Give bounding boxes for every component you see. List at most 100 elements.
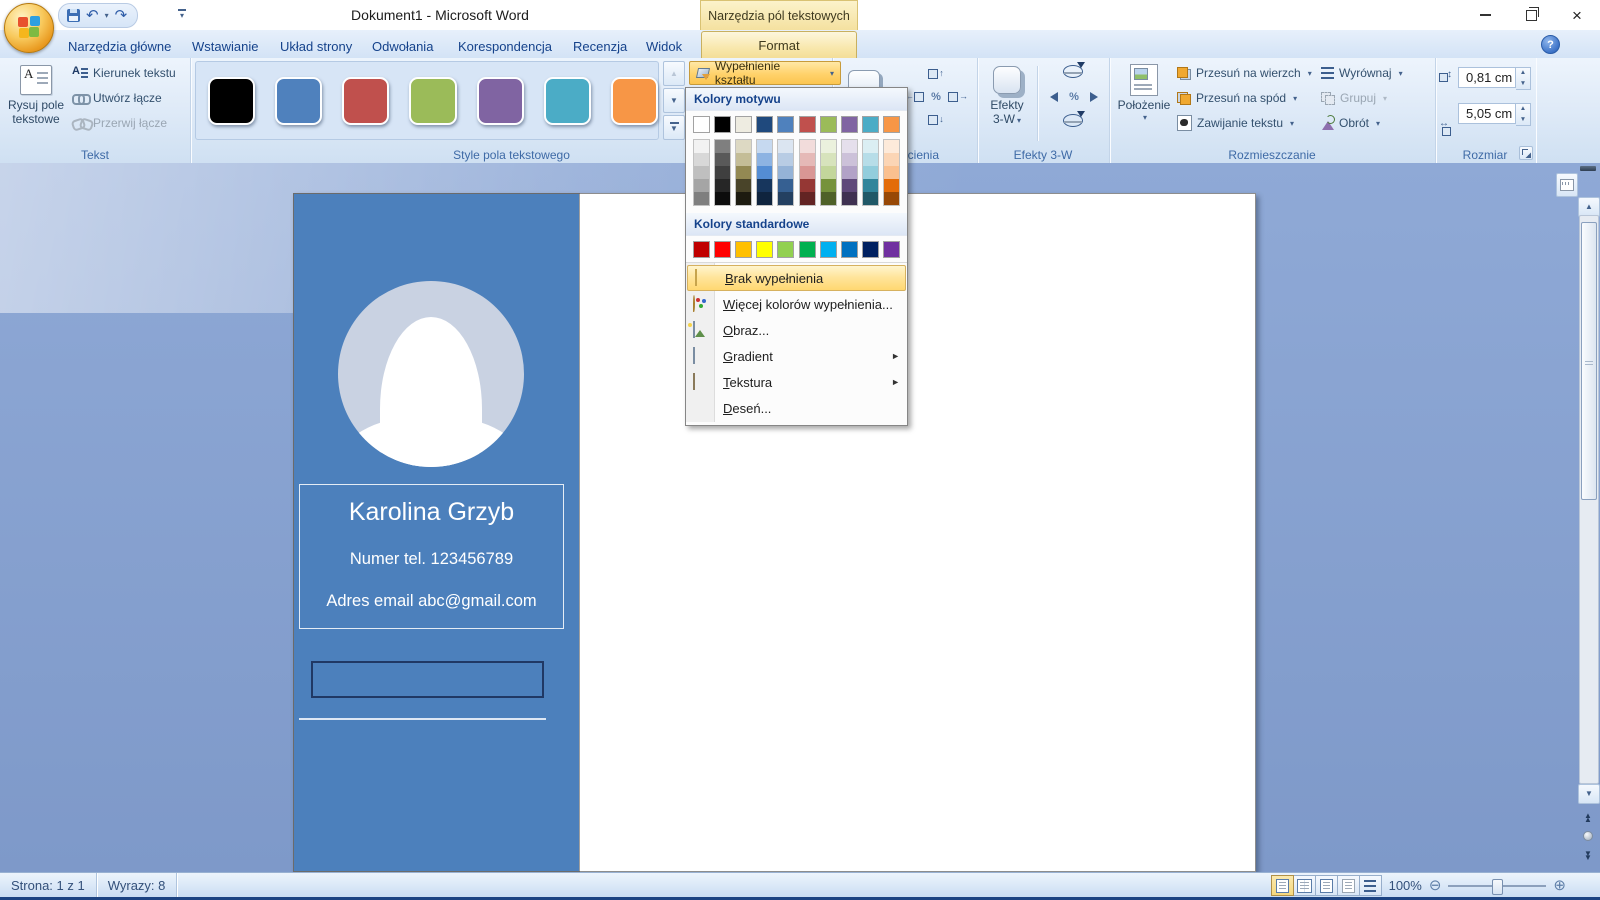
color-swatch[interactable] bbox=[821, 140, 836, 153]
contact-info-textbox[interactable]: Karolina Grzyb Numer tel. 123456789 Adre… bbox=[299, 484, 564, 629]
color-swatch[interactable] bbox=[777, 116, 794, 133]
customize-qat-button[interactable]: ▾ bbox=[178, 9, 186, 20]
color-swatch[interactable] bbox=[756, 116, 773, 133]
color-swatch[interactable] bbox=[714, 116, 731, 133]
color-swatch[interactable] bbox=[800, 192, 815, 205]
tab-format-active[interactable]: Format bbox=[701, 31, 857, 59]
shadow-toggle-button[interactable]: % bbox=[925, 87, 947, 106]
color-swatch[interactable] bbox=[611, 77, 658, 125]
color-swatch[interactable] bbox=[842, 153, 857, 166]
color-swatch[interactable] bbox=[842, 166, 857, 179]
color-swatch[interactable] bbox=[821, 179, 836, 192]
tab-widok[interactable]: Widok bbox=[636, 34, 692, 58]
scroll-down-button[interactable]: ▼ bbox=[1578, 784, 1600, 804]
color-swatch[interactable] bbox=[799, 241, 816, 258]
color-swatch[interactable] bbox=[736, 140, 751, 153]
tilt-right-button[interactable] bbox=[1083, 87, 1105, 106]
color-swatch[interactable] bbox=[715, 153, 730, 166]
color-swatch[interactable] bbox=[275, 77, 322, 125]
scrollbar-track[interactable] bbox=[1579, 215, 1599, 784]
avatar[interactable] bbox=[338, 281, 524, 467]
color-swatch[interactable] bbox=[778, 192, 793, 205]
color-swatch[interactable] bbox=[735, 241, 752, 258]
color-swatch[interactable] bbox=[821, 192, 836, 205]
tab-wstawianie[interactable]: Wstawianie bbox=[182, 34, 268, 58]
color-swatch[interactable] bbox=[841, 116, 858, 133]
color-swatch[interactable] bbox=[821, 153, 836, 166]
zoom-slider[interactable] bbox=[1448, 878, 1546, 894]
tilt-down-button[interactable] bbox=[1059, 62, 1087, 81]
color-swatch[interactable] bbox=[800, 153, 815, 166]
color-swatch[interactable] bbox=[778, 166, 793, 179]
word-count[interactable]: Wyrazy: 8 bbox=[97, 873, 178, 898]
tilt-up-button[interactable] bbox=[1059, 111, 1087, 130]
color-swatch[interactable] bbox=[208, 77, 255, 125]
size-dialog-launcher[interactable] bbox=[1519, 146, 1533, 160]
web-layout-view-button[interactable] bbox=[1315, 875, 1338, 896]
color-swatch[interactable] bbox=[757, 140, 772, 153]
print-layout-view-button[interactable] bbox=[1271, 875, 1294, 896]
color-swatch[interactable] bbox=[694, 153, 709, 166]
draw-textbox-button[interactable]: Rysuj pole tekstowe bbox=[5, 62, 67, 142]
minimize-button[interactable] bbox=[1462, 0, 1508, 30]
outline-view-button[interactable] bbox=[1337, 875, 1360, 896]
menu-item-gradient[interactable]: Gradient ► bbox=[686, 343, 907, 369]
color-swatch[interactable] bbox=[714, 241, 731, 258]
zoom-level-label[interactable]: 100% bbox=[1389, 878, 1422, 893]
color-swatch[interactable] bbox=[863, 140, 878, 153]
bring-to-front-button[interactable]: Przesuń na wierzch ▾ bbox=[1177, 63, 1312, 83]
draft-view-button[interactable] bbox=[1359, 875, 1382, 896]
color-swatch[interactable] bbox=[862, 116, 879, 133]
shape-width-input[interactable]: 5,05 cm bbox=[1458, 103, 1516, 124]
color-swatch[interactable] bbox=[842, 192, 857, 205]
effects-3d-button[interactable]: Efekty 3-W▾ bbox=[983, 62, 1031, 144]
color-swatch[interactable] bbox=[477, 77, 524, 125]
help-icon[interactable]: ? bbox=[1541, 35, 1560, 54]
color-swatch[interactable] bbox=[883, 116, 900, 133]
rotate-button[interactable]: Obrót ▾ bbox=[1321, 113, 1380, 133]
tab-recenzja[interactable]: Recenzja bbox=[563, 34, 637, 58]
selected-empty-textbox[interactable] bbox=[311, 661, 544, 698]
color-swatch[interactable] bbox=[863, 166, 878, 179]
color-swatch[interactable] bbox=[736, 192, 751, 205]
split-handle[interactable] bbox=[1580, 166, 1596, 171]
color-swatch[interactable] bbox=[842, 179, 857, 192]
color-swatch[interactable] bbox=[884, 192, 899, 205]
color-swatch[interactable] bbox=[778, 140, 793, 153]
tab-uklad-strony[interactable]: Układ strony bbox=[270, 34, 362, 58]
position-button[interactable]: Położenie ▾ bbox=[1118, 62, 1170, 144]
gallery-scroll-down-button[interactable]: ▼ bbox=[663, 88, 685, 113]
color-swatch[interactable] bbox=[863, 179, 878, 192]
color-swatch[interactable] bbox=[778, 179, 793, 192]
color-swatch[interactable] bbox=[884, 153, 899, 166]
undo-icon[interactable]: ↶ bbox=[86, 8, 99, 23]
text-direction-button[interactable]: Kierunek tekstu bbox=[72, 63, 176, 83]
color-swatch[interactable] bbox=[800, 179, 815, 192]
color-swatch[interactable] bbox=[735, 116, 752, 133]
effects-3d-toggle-button[interactable]: % bbox=[1063, 87, 1085, 106]
scroll-up-button[interactable]: ▲ bbox=[1578, 197, 1600, 217]
office-button[interactable] bbox=[4, 3, 54, 53]
zoom-in-button[interactable]: ⊕ bbox=[1553, 878, 1566, 893]
page-count[interactable]: Strona: 1 z 1 bbox=[0, 873, 97, 898]
gallery-more-button[interactable]: ▼ bbox=[663, 115, 685, 140]
color-swatch[interactable] bbox=[820, 116, 837, 133]
color-swatch[interactable] bbox=[409, 77, 456, 125]
color-swatch[interactable] bbox=[715, 140, 730, 153]
color-swatch[interactable] bbox=[842, 140, 857, 153]
color-swatch[interactable] bbox=[800, 140, 815, 153]
scrollbar-thumb[interactable] bbox=[1581, 222, 1597, 500]
close-button[interactable]: × bbox=[1554, 0, 1600, 30]
color-swatch[interactable] bbox=[884, 166, 899, 179]
tab-narzedzia-glowne[interactable]: Narzędzia główne bbox=[58, 34, 181, 58]
color-swatch[interactable] bbox=[778, 153, 793, 166]
color-swatch[interactable] bbox=[736, 166, 751, 179]
menu-item-no-fill[interactable]: Brak wypełnienia bbox=[687, 265, 906, 291]
color-swatch[interactable] bbox=[799, 116, 816, 133]
color-swatch[interactable] bbox=[342, 77, 389, 125]
zoom-slider-handle[interactable] bbox=[1492, 879, 1503, 895]
tab-korespondencja[interactable]: Korespondencja bbox=[448, 34, 562, 58]
shadow-nudge-down-button[interactable]: ↓ bbox=[925, 110, 947, 129]
color-swatch[interactable] bbox=[883, 241, 900, 258]
fullscreen-reading-view-button[interactable] bbox=[1293, 875, 1316, 896]
